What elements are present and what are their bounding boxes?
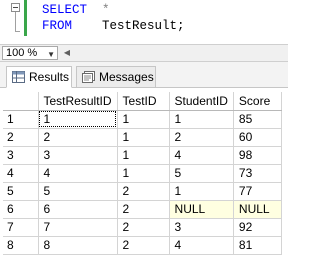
- cell-studentid[interactable]: 4: [169, 236, 234, 255]
- row-number[interactable]: 3: [3, 146, 39, 165]
- table-row: 2 2 1 2 60: [3, 128, 282, 147]
- header-row: TestResultID TestID StudentID Score: [3, 92, 282, 111]
- cell-studentid[interactable]: 2: [169, 128, 234, 147]
- row-number[interactable]: 2: [3, 128, 39, 147]
- table-row: 5 5 2 1 77: [3, 182, 282, 201]
- cell-score-null[interactable]: NULL: [233, 200, 282, 219]
- cell-testid[interactable]: 2: [117, 200, 170, 219]
- table-row: 4 4 1 5 73: [3, 164, 282, 183]
- cell-studentid-null[interactable]: NULL: [169, 200, 234, 219]
- from-keyword: FROM: [42, 19, 73, 33]
- row-number[interactable]: 7: [3, 218, 39, 237]
- table-name: TestResult;: [102, 19, 185, 33]
- table-row: 3 3 1 4 98: [3, 146, 282, 165]
- cell-testresultid[interactable]: 6: [38, 200, 118, 219]
- cell-score[interactable]: 60: [233, 128, 282, 147]
- row-number[interactable]: 5: [3, 182, 39, 201]
- cell-testresultid[interactable]: 7: [38, 218, 118, 237]
- cell-score[interactable]: 85: [233, 110, 282, 129]
- row-number[interactable]: 8: [3, 236, 39, 255]
- cell-testresultid[interactable]: 8: [38, 236, 118, 255]
- cell-testresultid[interactable]: 4: [38, 164, 118, 183]
- tab-results[interactable]: Results: [6, 66, 72, 88]
- tab-results-label: Results: [29, 70, 70, 84]
- scroll-left-icon[interactable]: ◀: [60, 46, 74, 60]
- cell-studentid[interactable]: 1: [169, 110, 234, 129]
- select-star: *: [102, 3, 110, 17]
- query-text[interactable]: SELECT * FROM TestResult;: [42, 2, 185, 34]
- column-header-testid[interactable]: TestID: [117, 92, 170, 111]
- cell-testid[interactable]: 1: [117, 164, 170, 183]
- cell-testid[interactable]: 2: [117, 218, 170, 237]
- zoom-bar: 100 % ▼ ◀: [0, 44, 288, 62]
- results-tabstrip: Results Messages: [0, 62, 288, 88]
- row-number-header[interactable]: [3, 92, 39, 111]
- cell-testresultid[interactable]: 1: [38, 110, 118, 129]
- messages-icon: [82, 71, 95, 83]
- chevron-down-icon[interactable]: ▼: [47, 49, 55, 61]
- cell-testid[interactable]: 1: [117, 128, 170, 147]
- cell-testresultid[interactable]: 3: [38, 146, 118, 165]
- cell-studentid[interactable]: 1: [169, 182, 234, 201]
- tab-messages-label: Messages: [99, 70, 154, 84]
- column-header-studentid[interactable]: StudentID: [169, 92, 234, 111]
- tab-messages[interactable]: Messages: [76, 66, 156, 88]
- column-header-score[interactable]: Score: [233, 92, 282, 111]
- cell-score[interactable]: 81: [233, 236, 282, 255]
- zoom-value: 100 %: [6, 47, 38, 59]
- cell-testid[interactable]: 1: [117, 110, 170, 129]
- zoom-dropdown[interactable]: 100 % ▼: [2, 46, 58, 60]
- table-row: 6 6 2 NULL NULL: [3, 200, 282, 219]
- cell-testid[interactable]: 2: [117, 182, 170, 201]
- table-row: 1 1 1 1 85: [3, 110, 282, 129]
- grid-icon: [12, 71, 25, 83]
- row-number[interactable]: 6: [3, 200, 39, 219]
- table-row: 7 7 2 3 92: [3, 218, 282, 237]
- query-editor[interactable]: SELECT * FROM TestResult;: [0, 0, 288, 43]
- results-table: TestResultID TestID StudentID Score 1 1 …: [3, 92, 282, 255]
- cell-testid[interactable]: 1: [117, 146, 170, 165]
- cell-testid[interactable]: 2: [117, 236, 170, 255]
- results-grid[interactable]: TestResultID TestID StudentID Score 1 1 …: [0, 88, 288, 274]
- cell-testresultid[interactable]: 5: [38, 182, 118, 201]
- cell-studentid[interactable]: 3: [169, 218, 234, 237]
- horizontal-scrollbar[interactable]: ◀: [60, 46, 286, 60]
- cell-testresultid[interactable]: 2: [38, 128, 118, 147]
- row-number[interactable]: 1: [3, 110, 39, 129]
- cell-studentid[interactable]: 5: [169, 164, 234, 183]
- collapse-icon[interactable]: [11, 3, 20, 12]
- column-header-testresultid[interactable]: TestResultID: [38, 92, 118, 111]
- change-indicator-bar: [24, 0, 27, 36]
- row-number[interactable]: 4: [3, 164, 39, 183]
- cell-score[interactable]: 92: [233, 218, 282, 237]
- cell-score[interactable]: 73: [233, 164, 282, 183]
- select-keyword: SELECT: [42, 3, 88, 17]
- cell-score[interactable]: 98: [233, 146, 282, 165]
- outline-line: [15, 12, 20, 32]
- table-row: 8 8 2 4 81: [3, 236, 282, 255]
- cell-studentid[interactable]: 4: [169, 146, 234, 165]
- cell-score[interactable]: 77: [233, 182, 282, 201]
